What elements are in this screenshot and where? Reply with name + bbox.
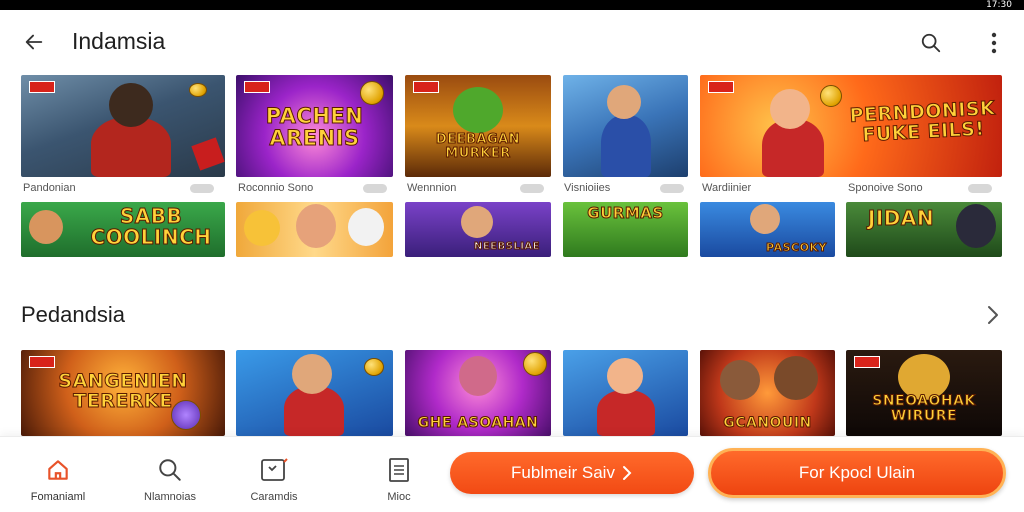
game-tile[interactable]: [563, 350, 688, 436]
game-caption: Sponoive Sono: [848, 182, 923, 194]
game-caption: Roconnio Sono: [238, 182, 314, 194]
nav-item-more[interactable]: Mioc: [354, 455, 444, 503]
game-caption: Pandonian: [23, 182, 76, 194]
new-badge: [29, 356, 55, 368]
search-icon: [155, 455, 185, 485]
nav-label: Caramdis: [250, 491, 298, 503]
page-title: Indamsia: [72, 28, 166, 54]
game-title: SANGENIEN TERERKE: [58, 370, 188, 412]
game-tile[interactable]: [563, 75, 688, 177]
more-vertical-icon: [991, 32, 997, 54]
more-options-button[interactable]: [980, 26, 1008, 60]
list-icon: [384, 455, 414, 485]
game-card-icon: [259, 455, 289, 485]
game-tile[interactable]: SANGENIEN TERERKE: [21, 350, 225, 436]
nav-item-games[interactable]: Caramdis: [229, 455, 319, 503]
nav-item-search[interactable]: Nlamnoias: [125, 455, 215, 503]
status-time: 17:30: [986, 0, 1012, 10]
section-see-all-button[interactable]: [982, 302, 1004, 328]
arrow-left-icon: [25, 34, 43, 50]
new-badge: [854, 356, 880, 368]
new-badge: [708, 81, 734, 93]
game-tile[interactable]: PACHEN ARENIS: [236, 75, 393, 177]
caption-pill: [520, 184, 544, 193]
caption-pill: [363, 184, 387, 193]
game-tile[interactable]: [236, 202, 393, 257]
chevron-right-icon: [622, 466, 632, 480]
game-tile[interactable]: PASCOKY: [700, 202, 835, 257]
game-tile[interactable]: SABB COOLINCH: [21, 202, 225, 257]
new-badge: [29, 81, 55, 93]
game-tile[interactable]: GURMAS: [563, 202, 688, 257]
nav-label: Mioc: [387, 491, 411, 503]
game-caption: Visnioiies: [564, 182, 611, 194]
new-badge: [244, 81, 270, 93]
game-title: SABB COOLINCH: [90, 204, 212, 249]
game-title: PERNDONISK FUKE EILS!: [849, 97, 997, 147]
game-title: GHE ASOAHAN: [417, 415, 539, 431]
game-title: GCANOUIN: [723, 415, 812, 431]
secondary-action-button[interactable]: For Kpocl Ulain: [708, 448, 1006, 498]
caption-pill: [968, 184, 992, 193]
primary-action-label: Fublmeir Saiv: [511, 463, 615, 482]
nav-item-home[interactable]: Fomaniaml: [13, 455, 103, 503]
game-title: JIDAN: [867, 206, 935, 230]
search-button[interactable]: [914, 26, 948, 60]
status-bar: 17:30: [0, 0, 1024, 10]
game-tile[interactable]: GHE ASOAHAN: [405, 350, 551, 436]
app-bar: Indamsia: [0, 12, 1024, 72]
game-caption: Wardiinier: [702, 182, 752, 194]
secondary-action-label: For Kpocl Ulain: [798, 463, 916, 482]
new-badge: [413, 81, 439, 93]
game-title: SNEOAOHAK WIRURE: [872, 393, 976, 424]
game-tile[interactable]: PERNDONISK FUKE EILS!: [700, 75, 1002, 177]
game-title: NEEBSLIAE: [473, 241, 541, 252]
game-tile[interactable]: [21, 75, 225, 177]
game-tile[interactable]: JIDAN: [846, 202, 1002, 257]
back-button[interactable]: [18, 26, 50, 58]
caption-pill: [190, 184, 214, 193]
game-tile[interactable]: SNEOAOHAK WIRURE: [846, 350, 1002, 436]
game-tile[interactable]: GCANOUIN: [700, 350, 835, 436]
chevron-right-icon: [988, 306, 998, 324]
game-caption: Wennnion: [407, 182, 457, 194]
home-icon: [43, 455, 73, 485]
game-tile[interactable]: [236, 350, 393, 436]
search-icon: [921, 33, 941, 53]
section-title: Pedandsia: [21, 302, 125, 327]
game-title: PASCOKY: [766, 241, 827, 254]
game-title: PACHEN ARENIS: [265, 104, 364, 151]
game-title: DEEBAGAN MURKER: [435, 132, 521, 161]
game-tile[interactable]: DEEBAGAN MURKER: [405, 75, 551, 177]
nav-label: Fomaniaml: [30, 491, 86, 503]
nav-label: Nlamnoias: [144, 491, 196, 503]
caption-pill: [660, 184, 684, 193]
primary-action-button[interactable]: Fublmeir Saiv: [450, 452, 694, 494]
game-tile[interactable]: NEEBSLIAE: [405, 202, 551, 257]
game-title: GURMAS: [587, 204, 664, 222]
